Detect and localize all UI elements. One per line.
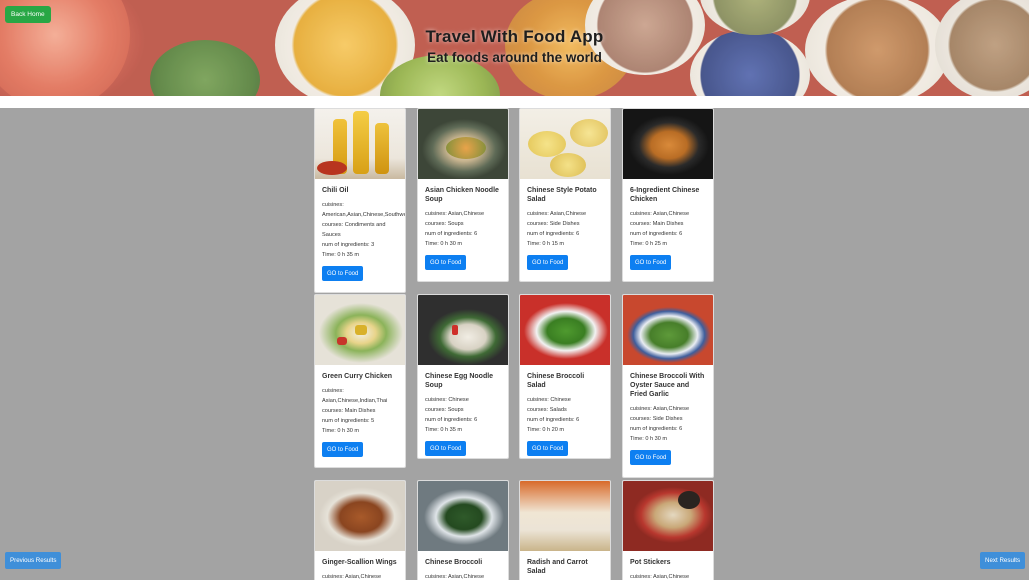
recipe-ingredients: num of ingredients: 3 [322, 242, 375, 248]
recipe-courses: courses: Salads [527, 407, 567, 413]
recipe-time: Time: 0 h 25 m [630, 241, 668, 247]
recipe-courses: courses: Side Dishes [527, 221, 580, 227]
recipe-ingredients: num of ingredients: 6 [630, 231, 683, 237]
recipe-ingredients: num of ingredients: 5 [322, 418, 375, 424]
recipe-image [623, 109, 713, 179]
go-to-food-button[interactable]: GO to Food [322, 266, 364, 281]
go-to-food-button[interactable]: GO to Food [322, 442, 364, 457]
recipe-title: Radish and Carrot Salad [527, 559, 588, 575]
recipe-time: Time: 0 h 20 m [527, 427, 565, 433]
recipe-time: Time: 0 h 30 m [322, 428, 360, 434]
recipe-cuisines: cuisines: Asian,Chinese [425, 574, 485, 580]
recipe-title: Pot Stickers [630, 559, 671, 566]
recipe-cuisines: cuisines: Chinese [425, 397, 469, 403]
recipe-image [315, 109, 405, 179]
previous-results-button[interactable]: Previous Results [5, 552, 62, 569]
recipe-image [520, 109, 610, 179]
header-divider [0, 96, 1029, 108]
recipe-cuisines: cuisines: Asian,Chinese [322, 574, 382, 580]
recipe-card: Chinese Egg Noodle Soup cuisines: Chines… [417, 294, 509, 459]
recipe-image [418, 109, 508, 179]
go-to-food-button[interactable]: GO to Food [425, 255, 467, 270]
recipe-ingredients: num of ingredients: 6 [630, 426, 683, 432]
recipe-title: Green Curry Chicken [322, 373, 393, 380]
recipe-card: Chinese Style Potato Salad cuisines: Asi… [519, 108, 611, 282]
recipe-time: Time: 0 h 35 m [425, 427, 463, 433]
recipe-image [623, 295, 713, 365]
recipe-card: 6-Ingredient Chinese Chicken cuisines: A… [622, 108, 714, 282]
recipe-image [418, 295, 508, 365]
recipe-courses: courses: Condiments and Sauces [322, 222, 386, 238]
recipe-time: Time: 0 h 35 m [322, 252, 360, 258]
recipe-title: 6-Ingredient Chinese Chicken [630, 187, 700, 203]
recipe-card: Asian Chicken Noodle Soup cuisines: Asia… [417, 108, 509, 282]
recipe-time: Time: 0 h 30 m [630, 436, 668, 442]
recipe-card: Pot Stickers cuisines: Asian,Chinese [622, 480, 714, 580]
recipe-cuisines: cuisines: Asian,Chinese,Indian,Thai [322, 388, 388, 404]
recipe-time: Time: 0 h 30 m [425, 241, 463, 247]
recipe-cuisines: cuisines: Asian,Chinese [630, 211, 690, 217]
recipe-ingredients: num of ingredients: 6 [425, 231, 478, 237]
recipe-cuisines: cuisines: Asian,Chinese [630, 406, 690, 412]
recipe-card: Chinese Broccoli Salad cuisines: Chinese… [519, 294, 611, 459]
recipe-card: Ginger-Scallion Wings cuisines: Asian,Ch… [314, 480, 406, 580]
recipe-image [520, 295, 610, 365]
recipe-courses: courses: Soups [425, 221, 464, 227]
recipe-courses: courses: Soups [425, 407, 464, 413]
go-to-food-button[interactable]: GO to Food [630, 255, 672, 270]
back-home-button[interactable]: Back Home [5, 6, 51, 23]
recipe-cuisines: cuisines: American,Asian,Chinese,Southwe… [322, 202, 406, 218]
next-results-button[interactable]: Next Results [980, 552, 1026, 569]
recipe-ingredients: num of ingredients: 6 [527, 231, 580, 237]
recipe-card: Green Curry Chicken cuisines: Asian,Chin… [314, 294, 406, 468]
go-to-food-button[interactable]: GO to Food [527, 255, 569, 270]
recipe-cuisines: cuisines: Asian,Chinese [630, 574, 690, 580]
app-title: Travel With Food App [425, 27, 604, 46]
header-banner: Travel With Food App Eat foods around th… [0, 0, 1029, 96]
page: Travel With Food App Eat foods around th… [0, 0, 1029, 580]
recipe-courses: courses: Side Dishes [630, 416, 683, 422]
recipe-title: Ginger-Scallion Wings [322, 559, 397, 566]
recipe-title: Chinese Broccoli Salad [527, 373, 585, 389]
recipe-courses: courses: Main Dishes [630, 221, 684, 227]
app-subtitle: Eat foods around the world [427, 50, 602, 65]
recipe-time: Time: 0 h 15 m [527, 241, 565, 247]
recipe-ingredients: num of ingredients: 6 [425, 417, 478, 423]
recipe-cuisines: cuisines: Chinese [527, 397, 571, 403]
recipe-card: Radish and Carrot Salad [519, 480, 611, 580]
recipe-title: Chinese Broccoli [425, 559, 483, 566]
recipe-image [623, 481, 713, 551]
recipe-card: Chinese Broccoli cuisines: Asian,Chinese [417, 480, 509, 580]
recipe-card: Chinese Broccoli With Oyster Sauce and F… [622, 294, 714, 478]
recipe-ingredients: num of ingredients: 6 [527, 417, 580, 423]
recipe-title: Asian Chicken Noodle Soup [425, 187, 499, 203]
recipe-image [315, 481, 405, 551]
recipe-title: Chinese Broccoli With Oyster Sauce and F… [630, 373, 705, 398]
go-to-food-button[interactable]: GO to Food [527, 441, 569, 456]
recipe-card: Chili Oil cuisines: American,Asian,Chine… [314, 108, 406, 293]
recipe-image [520, 481, 610, 551]
go-to-food-button[interactable]: GO to Food [630, 450, 672, 465]
recipe-title: Chili Oil [322, 187, 349, 194]
recipe-courses: courses: Main Dishes [322, 408, 376, 414]
recipe-title: Chinese Egg Noodle Soup [425, 373, 494, 389]
recipe-title: Chinese Style Potato Salad [527, 187, 597, 203]
recipe-cuisines: cuisines: Asian,Chinese [425, 211, 485, 217]
recipe-cuisines: cuisines: Asian,Chinese [527, 211, 587, 217]
go-to-food-button[interactable]: GO to Food [425, 441, 467, 456]
recipe-image [315, 295, 405, 365]
recipe-image [418, 481, 508, 551]
